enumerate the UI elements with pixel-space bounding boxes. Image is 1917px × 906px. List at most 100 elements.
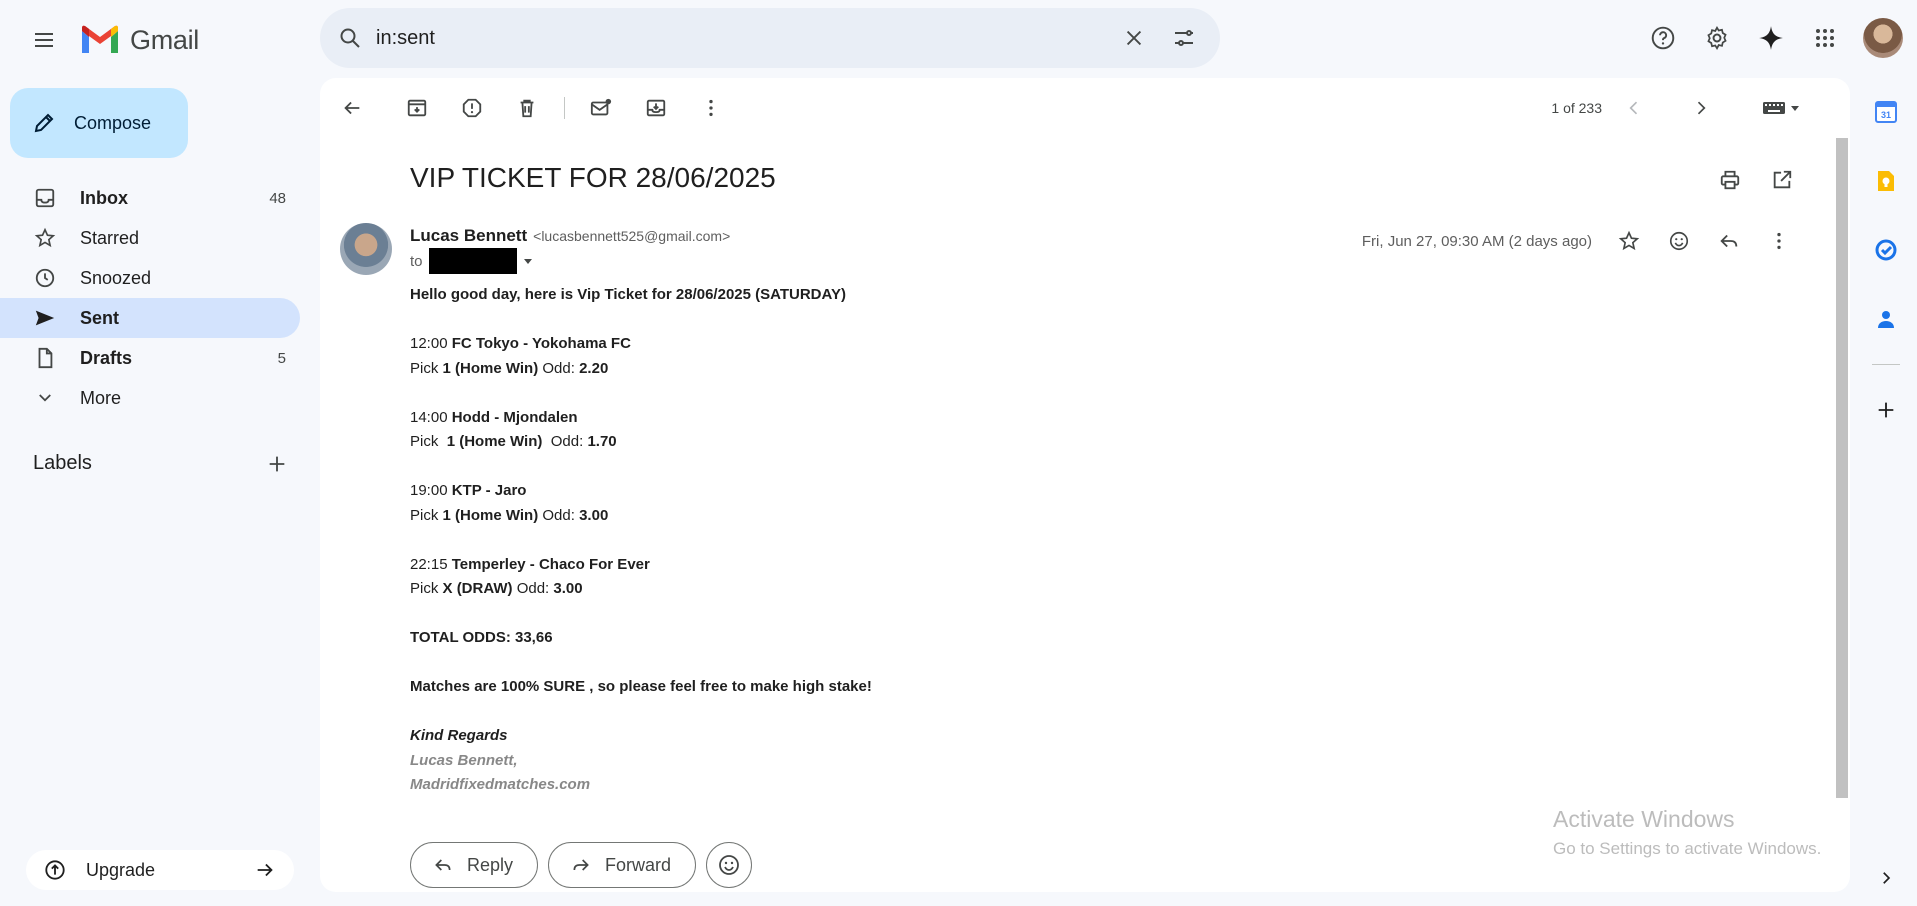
nav-label: Starred [80, 227, 140, 248]
draft-icon [38, 347, 53, 369]
message-more-button[interactable] [1758, 220, 1800, 262]
rail-divider [1872, 364, 1900, 365]
chevron-left-icon [1629, 101, 1638, 115]
archive-button[interactable] [397, 88, 437, 128]
mark-unread-icon [590, 98, 612, 116]
total-odds: TOTAL ODDS: 33,66 [410, 629, 553, 646]
more-actions-button[interactable] [691, 88, 731, 128]
add-label-icon[interactable] [266, 453, 288, 475]
apps-grid-icon [1816, 29, 1834, 47]
move-to-button[interactable] [636, 88, 676, 128]
add-reaction-button[interactable] [1658, 220, 1700, 262]
tasks-app-button[interactable] [1862, 226, 1910, 274]
tasks-icon [1875, 239, 1897, 261]
message-date: Fri, Jun 27, 09:30 AM (2 days ago) [1361, 232, 1592, 250]
newer-button[interactable] [1614, 88, 1654, 128]
keyboard-icon [1763, 102, 1785, 114]
more-vert-icon [1777, 232, 1781, 250]
keep-app-button[interactable] [1862, 157, 1910, 205]
nav-item-inbox[interactable]: Inbox 48 [0, 178, 300, 218]
main-menu-button[interactable] [24, 20, 64, 60]
watermark-title: Activate Windows [1553, 806, 1735, 832]
gemini-button[interactable] [1749, 16, 1793, 60]
windows-activation-watermark: Activate Windows Go to Settings to activ… [1553, 806, 1821, 859]
search-icon[interactable] [338, 26, 362, 50]
pager-count: 1 of 233 [1551, 100, 1602, 116]
clear-search-button[interactable] [1112, 16, 1156, 60]
nav-item-more[interactable]: More [0, 378, 300, 418]
sender-name[interactable]: Lucas Bennett [410, 226, 527, 246]
forward-label: Forward [605, 854, 672, 875]
show-details-icon[interactable] [523, 256, 533, 266]
inbox-icon [35, 188, 55, 208]
nav-label: Snoozed [80, 267, 152, 288]
search-input[interactable]: in:sent [376, 27, 1112, 50]
show-side-panel-button[interactable] [1870, 862, 1902, 894]
labels-header: Labels [33, 452, 288, 475]
delete-button[interactable] [507, 88, 547, 128]
reply-icon-button[interactable] [1708, 220, 1750, 262]
search-bar[interactable]: in:sent [320, 8, 1220, 68]
match-line: 12:00 FC Tokyo - Yokohama FC [410, 335, 631, 352]
contacts-app-button[interactable] [1862, 295, 1910, 343]
message-scrollbar[interactable] [1836, 138, 1848, 798]
apps-button[interactable] [1803, 16, 1847, 60]
match-line: 14:00 Hodd - Mjondalen [410, 408, 578, 426]
nav-label: Inbox [80, 187, 128, 208]
report-spam-button[interactable] [452, 88, 492, 128]
emoji-icon [1669, 231, 1689, 251]
sender-info: Lucas Bennett <lucasbennett525@gmail.com… [410, 226, 730, 246]
star-button[interactable] [1608, 220, 1650, 262]
forward-button[interactable]: Forward [548, 842, 697, 888]
draft-count: 5 [277, 349, 286, 367]
app-name: Gmail [130, 24, 200, 55]
to-label: to [410, 252, 423, 270]
chevron-right-icon [1883, 872, 1891, 884]
reply-button[interactable]: Reply [410, 842, 539, 888]
nav-item-starred[interactable]: Starred [0, 218, 300, 258]
older-button[interactable] [1681, 88, 1721, 128]
signature-name: Lucas Bennett, [410, 751, 518, 769]
gmail-logo[interactable]: Gmail [80, 20, 199, 60]
emoji-icon [719, 855, 739, 875]
toolbar-divider [564, 97, 565, 119]
get-addons-button[interactable] [1862, 386, 1910, 434]
subject-actions [1712, 162, 1800, 198]
print-icon [1720, 170, 1740, 190]
scroll-thumb[interactable] [1836, 138, 1848, 798]
emoji-react-button[interactable] [706, 842, 753, 888]
unread-count: 48 [269, 189, 286, 207]
reply-icon [435, 859, 451, 871]
sender-avatar[interactable] [340, 223, 392, 275]
nav-item-drafts[interactable]: Drafts 5 [0, 338, 300, 378]
calendar-app-button[interactable]: 31 [1862, 88, 1910, 136]
support-button[interactable] [1641, 16, 1685, 60]
pick-line: Pick 1 (Home Win) Odd: 1.70 [410, 433, 617, 450]
archive-icon [407, 99, 427, 117]
nav-item-snoozed[interactable]: Snoozed [0, 258, 300, 298]
settings-button[interactable] [1695, 16, 1739, 60]
pencil-icon [34, 113, 54, 133]
arrow-left-icon [344, 101, 360, 115]
compose-button[interactable]: Compose [10, 88, 188, 158]
message-panel: 1 of 233 VIP TICKET FOR 28/06/2025 Lucas… [320, 78, 1850, 892]
back-button[interactable] [332, 88, 372, 128]
upgrade-icon [45, 860, 65, 880]
open-new-window-button[interactable] [1764, 162, 1800, 198]
nav-label: More [80, 387, 122, 408]
mark-unread-button[interactable] [581, 88, 621, 128]
side-panel-rail: 31 [1862, 88, 1910, 455]
message-meta: Fri, Jun 27, 09:30 AM (2 days ago) [1362, 220, 1800, 262]
nav-item-sent[interactable]: Sent [0, 298, 300, 338]
account-avatar[interactable] [1863, 18, 1903, 58]
open-in-new-icon [1773, 170, 1792, 189]
search-options-button[interactable] [1162, 16, 1206, 60]
send-icon [35, 310, 55, 326]
message-toolbar: 1 of 233 [320, 78, 1850, 138]
print-button[interactable] [1712, 162, 1748, 198]
nav-label: Drafts [80, 347, 133, 368]
input-tools-button[interactable] [1762, 99, 1800, 117]
sender-email: <lucasbennett525@gmail.com> [533, 228, 731, 244]
upgrade-button[interactable]: Upgrade [26, 850, 294, 890]
star-icon [34, 227, 56, 248]
